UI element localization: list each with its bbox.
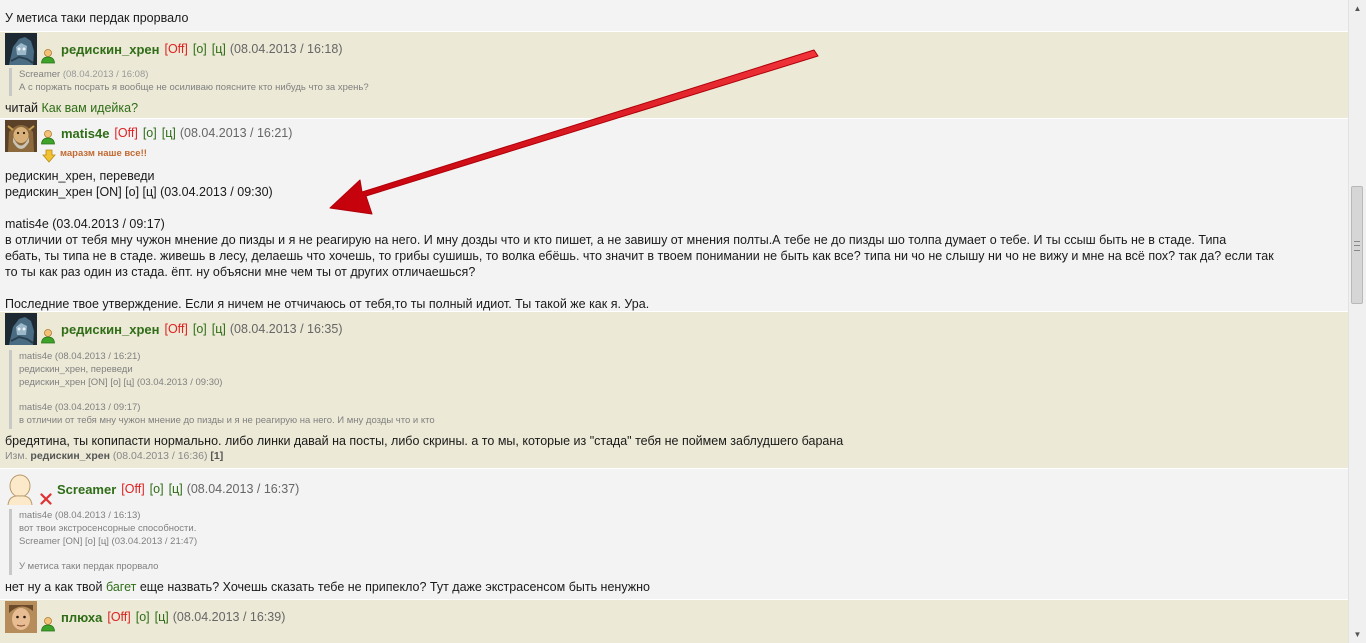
- quote-line: matis4e (08.04.2013 / 16:21): [19, 351, 141, 362]
- quote-line: [19, 389, 1344, 402]
- quote-line: в отличии от тебя мну чужон мнение до пи…: [19, 414, 435, 426]
- post-header: редискин_хрен [Off] [о] [ц] (08.04.2013 …: [5, 32, 1344, 66]
- post-header: Screamer [Off] [о] [ц] (08.04.2013 / 16:…: [5, 469, 1344, 507]
- off-link[interactable]: [Off]: [164, 42, 187, 56]
- quote-date: (08.04.2013 / 16:08): [62, 69, 149, 80]
- post-date: (08.04.2013 / 16:35): [229, 322, 343, 336]
- post: плюха [Off] [о] [ц] (08.04.2013 / 16:39): [0, 600, 1349, 643]
- post-line: в отличии от тебя мну чужон мнение до пи…: [5, 233, 1227, 247]
- post: редискин_хрен [Off] [о] [ц] (08.04.2013 …: [0, 312, 1349, 469]
- quote-author: Screamer: [19, 69, 61, 80]
- post-continuation: У метиса таки пердак прорвало: [0, 0, 1349, 32]
- edited-date: (08.04.2013 / 16:36): [112, 449, 208, 462]
- username[interactable]: matis4e: [61, 126, 109, 141]
- username[interactable]: редискин_хрен: [61, 322, 159, 337]
- post-date: (08.04.2013 / 16:21): [179, 126, 293, 140]
- quote-block: Screamer (08.04.2013 / 16:08) А с поржат…: [9, 68, 1344, 96]
- quote-line: редискин_хрен, переведи: [19, 363, 133, 375]
- scroll-down-arrow-icon[interactable]: ▼: [1349, 626, 1366, 643]
- post-header: плюха [Off] [о] [ц] (08.04.2013 / 16:39): [5, 600, 1344, 634]
- post: matis4e [Off] [о] [ц] (08.04.2013 / 16:2…: [0, 119, 1349, 312]
- reply-link[interactable]: [о]: [150, 482, 164, 496]
- post-line: ебать, ты типа не в стаде. живешь в лесу…: [5, 249, 1274, 263]
- topic-link[interactable]: Как вам идейка?: [42, 101, 139, 115]
- post-line: [5, 280, 1344, 296]
- post-text: У метиса таки пердак прорвало: [5, 11, 189, 25]
- post-line: [5, 200, 1344, 216]
- post-line: matis4e (03.04.2013 / 09:17): [5, 217, 165, 231]
- reply-link[interactable]: [о]: [143, 126, 157, 140]
- username[interactable]: плюха: [61, 610, 102, 625]
- user-online-icon: [41, 329, 55, 344]
- reply-link[interactable]: [о]: [136, 610, 150, 624]
- quote-line: matis4e (08.04.2013 / 16:13): [19, 510, 141, 521]
- body-prefix: читай: [5, 100, 42, 115]
- username[interactable]: редискин_хрен: [61, 42, 159, 57]
- body-link[interactable]: багет: [106, 580, 136, 594]
- post-line: Последние твое утверждение. Если я ничем…: [5, 297, 650, 311]
- quote-link[interactable]: [ц]: [212, 322, 226, 336]
- user-online-icon: [41, 49, 55, 64]
- post-date: (08.04.2013 / 16:37): [186, 482, 300, 496]
- body-suffix: еще назвать? Хочешь сказать тебе не прип…: [136, 579, 650, 594]
- username[interactable]: Screamer: [57, 482, 116, 497]
- post-date: (08.04.2013 / 16:18): [229, 42, 343, 56]
- post-line: то ты как раз один из стада. ёпт. ну объ…: [5, 265, 476, 279]
- reply-link[interactable]: [о]: [193, 42, 207, 56]
- quote-link[interactable]: [ц]: [212, 42, 226, 56]
- edited-prefix: Изм.: [5, 449, 28, 462]
- off-link[interactable]: [Off]: [107, 610, 130, 624]
- edited-count[interactable]: [1]: [210, 450, 223, 462]
- off-link[interactable]: [Off]: [121, 482, 144, 496]
- quote-line: А с поржать посрать я вообще не осиливаю…: [19, 81, 369, 93]
- grip-icon: [1354, 241, 1360, 251]
- quote-line: [19, 548, 1344, 561]
- quote-line: редискин_хрен [ON] [о] [ц] (03.04.2013 /…: [19, 376, 223, 388]
- edited-by[interactable]: редискин_хрен: [30, 450, 110, 462]
- post-line: редискин_хрен [ON] [о] [ц] (03.04.2013 /…: [5, 185, 273, 199]
- quote-line: вот твои экстросенсорные способности.: [19, 522, 197, 534]
- forum-page: У метиса таки пердак прорвало редискин_х…: [0, 0, 1349, 643]
- quote-line: У метиса таки пердак прорвало: [19, 561, 159, 573]
- user-online-icon: [41, 617, 55, 632]
- scroll-up-arrow-icon[interactable]: ▲: [1349, 0, 1366, 17]
- quote-block: matis4e (08.04.2013 / 16:21) редискин_хр…: [9, 350, 1344, 429]
- post: редискин_хрен [Off] [о] [ц] (08.04.2013 …: [0, 32, 1349, 119]
- quote-link[interactable]: [ц]: [169, 482, 183, 496]
- avatar[interactable]: [5, 473, 35, 506]
- post-header: matis4e [Off] [о] [ц] (08.04.2013 / 16:2…: [5, 119, 1344, 152]
- vertical-scrollbar[interactable]: ▲ ▼: [1348, 0, 1366, 643]
- body-prefix: нет ну а как твой: [5, 579, 106, 594]
- post-body: редискин_хрен, переведи редискин_хрен [O…: [5, 168, 1344, 312]
- user-online-icon: [41, 130, 55, 145]
- quote-block: matis4e (08.04.2013 / 16:13) вот твои эк…: [9, 509, 1344, 575]
- quote-line: Screamer [ON] [о] [ц] (03.04.2013 / 21:4…: [19, 535, 198, 547]
- post-body: бредятина, ты копипасти нормально. либо …: [5, 433, 844, 448]
- mood-arrow-icon: [42, 149, 56, 163]
- quote-link[interactable]: [ц]: [155, 610, 169, 624]
- quote-link[interactable]: [ц]: [162, 126, 176, 140]
- reply-link[interactable]: [о]: [193, 322, 207, 336]
- quote-line: matis4e (03.04.2013 / 09:17): [19, 402, 141, 414]
- post-body: читай Как вам идейка?: [5, 100, 1344, 116]
- user-status: маразм наше все!!: [60, 148, 147, 159]
- status-row: маразм наше все!!: [5, 147, 1344, 163]
- avatar[interactable]: [5, 313, 37, 345]
- avatar[interactable]: [5, 33, 37, 65]
- avatar[interactable]: [5, 601, 37, 633]
- off-link[interactable]: [Off]: [114, 126, 137, 140]
- post-body: нет ну а как твой багет еще назвать? Хоч…: [5, 579, 1344, 595]
- scrollbar-thumb[interactable]: [1351, 186, 1363, 304]
- off-link[interactable]: [Off]: [164, 322, 187, 336]
- post-date: (08.04.2013 / 16:39): [172, 610, 286, 624]
- user-offline-icon: [40, 493, 52, 505]
- post: Screamer [Off] [о] [ц] (08.04.2013 / 16:…: [0, 469, 1349, 600]
- post-header: редискин_хрен [Off] [о] [ц] (08.04.2013 …: [5, 312, 1344, 346]
- post-line: редискин_хрен, переведи: [5, 169, 155, 183]
- edited-note: Изм. редискин_хрен (08.04.2013 / 16:36) …: [5, 449, 1344, 464]
